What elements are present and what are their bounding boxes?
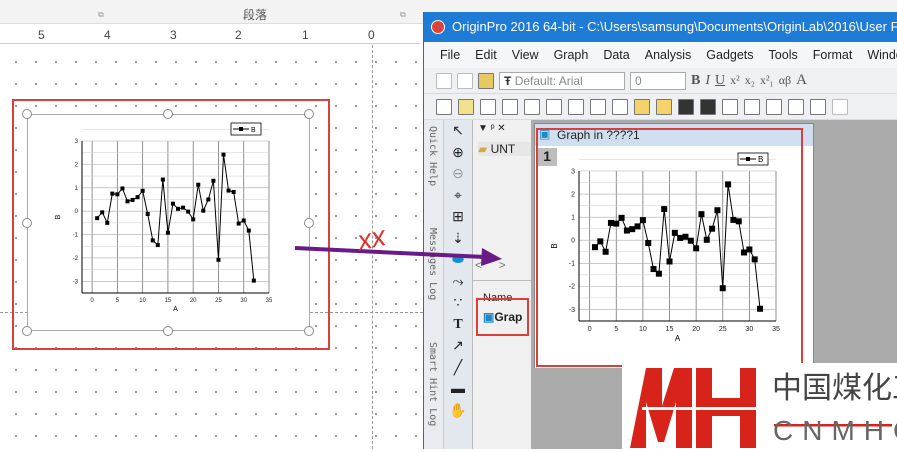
watermark-logo: 中国煤化工 CNMHG <box>622 363 897 449</box>
logo-en-text: CNMHG <box>773 415 897 446</box>
logo-cn-text: 中国煤化工 <box>772 372 897 405</box>
cnmhg-logo: 中国煤化工 CNMHG <box>630 368 897 448</box>
arrow-head <box>481 248 502 266</box>
purple-arrow <box>294 246 486 259</box>
